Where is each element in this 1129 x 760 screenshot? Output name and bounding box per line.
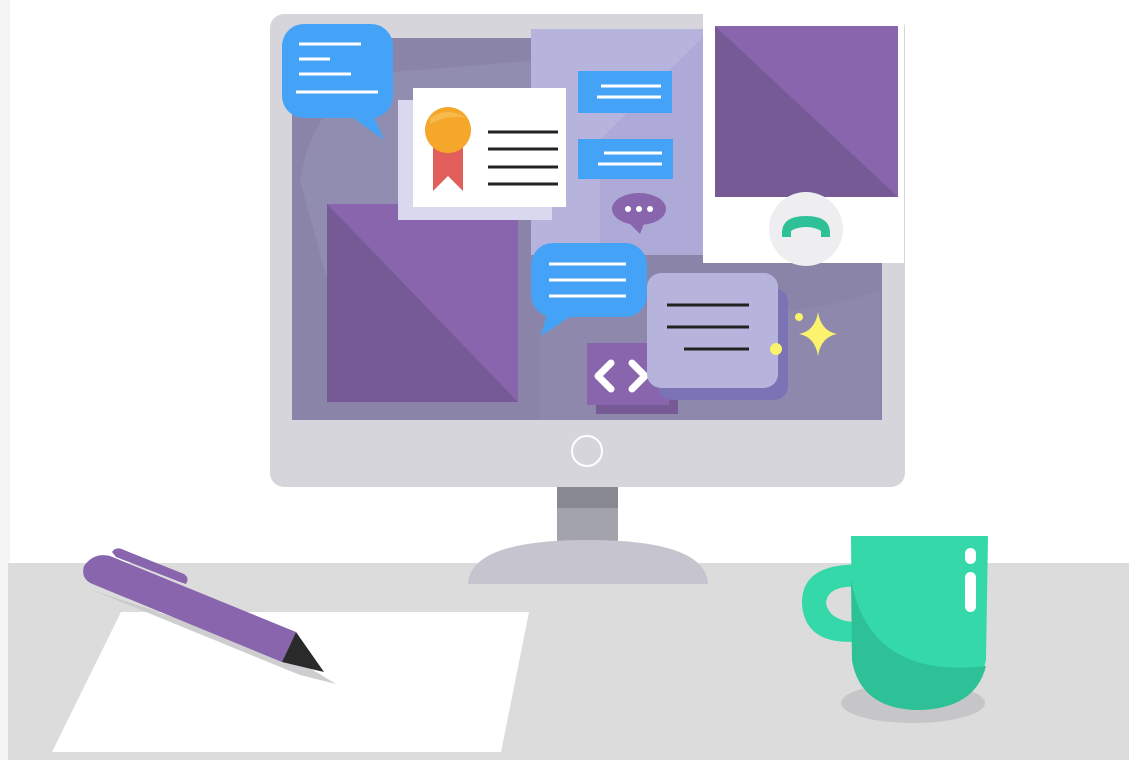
video-tile-left [327, 204, 518, 402]
hang-up-button[interactable] [769, 192, 843, 266]
note-card [647, 273, 788, 400]
monitor-stand [468, 486, 708, 584]
message-bubble-1 [578, 71, 672, 113]
message-bubble-2 [578, 139, 673, 179]
certificate-card [398, 88, 566, 220]
illustration [8, 12, 1129, 760]
